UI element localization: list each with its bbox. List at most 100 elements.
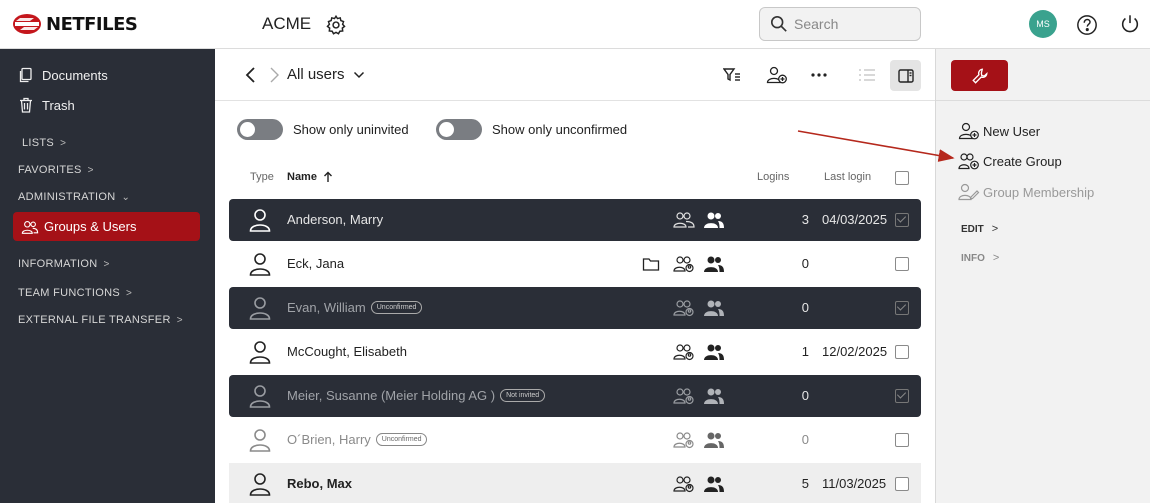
forward-icon[interactable]	[267, 66, 281, 84]
netfiles-logo[interactable]: NETFILES	[12, 13, 138, 35]
add-user-button[interactable]	[765, 63, 789, 87]
table-row[interactable]: Evan, William Unconfirmed 0	[229, 287, 921, 329]
user-name: McCought, Elisabeth	[287, 344, 407, 359]
trash-icon	[20, 97, 32, 113]
row-checkbox[interactable]	[895, 389, 909, 403]
logo-text: NETFILES	[46, 13, 138, 35]
section-label: FAVORITES	[18, 164, 82, 176]
sidebar-section-administration[interactable]: ADMINISTRATION ⌄	[18, 191, 130, 203]
more-button[interactable]	[807, 63, 831, 87]
group-icon[interactable]	[673, 299, 695, 317]
user-icon	[249, 296, 271, 320]
groups-filled-icon[interactable]	[703, 475, 725, 493]
filter-icon	[723, 68, 740, 82]
row-checkbox[interactable]	[895, 257, 909, 271]
avatar[interactable]: MS	[1029, 10, 1057, 38]
chevron-right-icon: >	[991, 223, 999, 235]
chevron-right-icon: >	[176, 314, 183, 326]
toggle-uninvited[interactable]: Show only uninvited	[237, 119, 409, 140]
search-icon	[770, 15, 787, 32]
view-selector[interactable]: All users	[287, 66, 365, 83]
group-icon[interactable]	[673, 343, 695, 361]
sidebar-section-information[interactable]: INFORMATION >	[18, 258, 110, 270]
column-header-type[interactable]: Type	[250, 171, 274, 183]
section-label: INFO	[961, 252, 985, 264]
uninvited-switch[interactable]	[237, 119, 283, 140]
row-checkbox[interactable]	[895, 301, 909, 315]
sidebar: Documents Trash LISTS > FAVORITES > ADMINI…	[0, 49, 215, 503]
groups-filled-icon[interactable]	[703, 431, 725, 449]
groups-filled-icon[interactable]	[703, 299, 725, 317]
back-icon[interactable]	[244, 66, 258, 84]
filter-button[interactable]	[720, 63, 744, 87]
create-group-action[interactable]: Create Group	[958, 152, 1062, 170]
power-icon[interactable]	[1119, 13, 1141, 35]
unconfirmed-switch[interactable]	[436, 119, 482, 140]
sidebar-item-label: Documents	[42, 67, 108, 83]
main-content: All users Show only uninvited Show only …	[215, 49, 935, 503]
sidebar-section-team-functions[interactable]: TEAM FUNCTIONS >	[18, 287, 132, 299]
group-icon[interactable]	[673, 431, 695, 449]
sidebar-item-label: Trash	[42, 97, 75, 113]
table-row[interactable]: Anderson, Marry 3 04/03/2025	[229, 199, 921, 241]
chevron-right-icon: >	[103, 258, 110, 270]
chevron-right-icon: >	[87, 164, 94, 176]
user-name-text: Evan, William	[287, 300, 366, 315]
right-panel: New User Create Group Group Membership E…	[935, 49, 1150, 503]
toggle-unconfirmed[interactable]: Show only unconfirmed	[436, 119, 627, 140]
groups-filled-icon[interactable]	[703, 343, 725, 361]
logins-count: 1	[801, 344, 809, 359]
column-header-last-login[interactable]: Last login	[824, 171, 871, 183]
column-header-name[interactable]: Name	[287, 171, 333, 183]
last-login: 11/03/2025	[822, 476, 887, 491]
right-panel-section-info[interactable]: INFO >	[961, 252, 999, 264]
table-row[interactable]: O´Brien, Harry Unconfirmed 0	[229, 419, 921, 461]
logins-count: 0	[801, 432, 809, 447]
user-name: Meier, Susanne (Meier Holding AG ) Not in…	[287, 388, 546, 403]
table-row[interactable]: Meier, Susanne (Meier Holding AG ) Not in…	[229, 375, 921, 417]
group-membership-action[interactable]: Group Membership	[958, 183, 1094, 201]
logins-count: 3	[801, 212, 809, 227]
select-all-checkbox[interactable]	[895, 171, 909, 185]
groups-filled-icon[interactable]	[703, 255, 725, 273]
new-user-action[interactable]: New User	[958, 122, 1040, 140]
gear-icon[interactable]	[325, 14, 347, 36]
list-view-button[interactable]	[855, 63, 879, 87]
more-icon	[811, 73, 827, 77]
group-icon[interactable]	[673, 211, 695, 229]
sidebar-item-groups-users[interactable]: Groups & Users	[13, 212, 200, 241]
user-icon	[249, 384, 271, 408]
sidebar-section-favorites[interactable]: FAVORITES >	[18, 164, 94, 176]
group-icon[interactable]	[673, 387, 695, 405]
table-row[interactable]: Rebo, Max 5 11/03/2025	[229, 463, 921, 503]
sidebar-item-documents[interactable]: Documents	[18, 67, 108, 83]
row-checkbox[interactable]	[895, 477, 909, 491]
row-checkbox[interactable]	[895, 345, 909, 359]
table-row[interactable]: Eck, Jana 0	[229, 243, 921, 285]
row-checkbox[interactable]	[895, 213, 909, 227]
group-icon[interactable]	[673, 475, 695, 493]
row-checkbox[interactable]	[895, 433, 909, 447]
users-icon	[21, 220, 39, 234]
column-header-logins[interactable]: Logins	[757, 171, 789, 183]
search-input[interactable]	[794, 16, 904, 32]
sidebar-section-lists[interactable]: LISTS >	[22, 137, 66, 149]
user-name-text: McCought, Elisabeth	[287, 344, 407, 359]
group-icon[interactable]	[673, 255, 695, 273]
top-bar: NETFILES ACME MS	[0, 0, 1150, 49]
table-row[interactable]: McCought, Elisabeth 1 12/02/2025	[229, 331, 921, 373]
tools-button[interactable]	[951, 60, 1008, 91]
right-panel-section-edit[interactable]: EDIT >	[961, 223, 998, 235]
sidebar-section-external-file-transfer[interactable]: EXTERNAL FILE TRANSFER >	[18, 314, 183, 326]
status-badge: Unconfirmed	[375, 433, 428, 446]
help-icon[interactable]	[1076, 14, 1098, 36]
logins-count: 0	[801, 300, 809, 315]
panel-toggle-button[interactable]	[890, 60, 921, 91]
groups-filled-icon[interactable]	[703, 387, 725, 405]
logins-count: 0	[801, 256, 809, 271]
folder-icon[interactable]	[642, 255, 660, 273]
search-box[interactable]	[759, 7, 921, 41]
groups-filled-icon[interactable]	[703, 211, 725, 229]
sidebar-item-trash[interactable]: Trash	[18, 97, 75, 113]
logins-count: 5	[801, 476, 809, 491]
